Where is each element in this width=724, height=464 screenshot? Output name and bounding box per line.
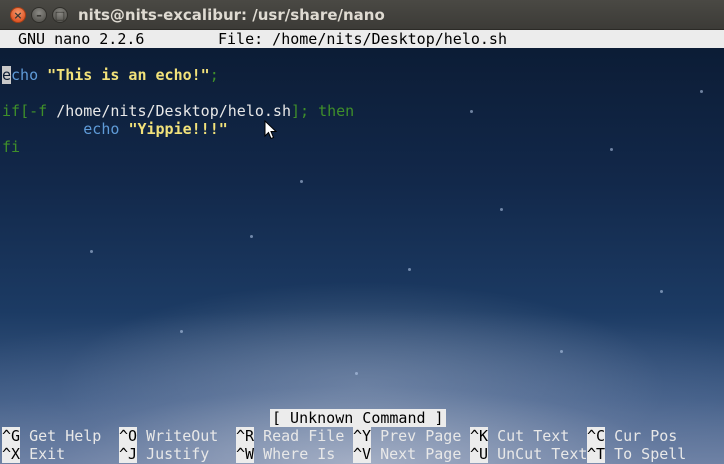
close-icon[interactable]: × xyxy=(10,7,26,23)
shortcut-where-is[interactable]: ^W Where Is xyxy=(236,445,335,463)
window-title: nits@nits-excalibur: /usr/share/nano xyxy=(78,6,385,24)
shortcut-cut-text[interactable]: ^K Cut Text xyxy=(470,427,569,445)
nano-file-label: File: /home/nits/Desktop/helo.sh xyxy=(218,30,507,48)
shortcut-uncut-text[interactable]: ^U UnCut Text xyxy=(470,445,587,463)
test-close-then: ]; then xyxy=(291,102,355,120)
nano-header: GNU nano 2.2.6 File: /home/nits/Desktop/h… xyxy=(0,30,724,48)
file-path: /home/nits/Desktop/helo.sh xyxy=(56,102,291,120)
keyword-fi: fi xyxy=(2,138,21,156)
shortcut-key: ^V xyxy=(353,445,372,463)
shortcut-label: WriteOut xyxy=(146,427,219,445)
editor-line-4[interactable]: echo "Yippie!!!" xyxy=(2,120,228,138)
maximize-icon[interactable]: □ xyxy=(52,7,68,23)
shortcut-key: ^Y xyxy=(353,427,372,445)
shortcut-exit[interactable]: ^X Exit xyxy=(2,445,65,463)
editor-line-3[interactable]: if[-f /home/nits/Desktop/helo.sh]; then xyxy=(2,102,354,120)
mouse-pointer-icon xyxy=(264,120,278,140)
shortcut-key: ^G xyxy=(2,427,21,445)
shortcut-read-file[interactable]: ^R Read File xyxy=(236,427,344,445)
shortcut-label: Cur Pos xyxy=(614,427,678,445)
string-literal: "This is an echo!" xyxy=(47,66,210,84)
shortcut-label: Justify xyxy=(146,445,210,463)
shortcut-label: Exit xyxy=(29,445,66,463)
shortcut-key: ^K xyxy=(470,427,489,445)
keyword-if: if xyxy=(2,102,21,120)
shortcut-label: UnCut Text xyxy=(497,445,588,463)
nano-version: GNU nano 2.2.6 xyxy=(18,30,145,48)
shortcut-get-help[interactable]: ^G Get Help xyxy=(2,427,101,445)
keyword-echo-rest: cho xyxy=(11,66,39,84)
shortcut-key: ^C xyxy=(587,427,606,445)
shortcut-cur-pos[interactable]: ^C Cur Pos xyxy=(587,427,677,445)
shortcut-to-spell[interactable]: ^T To Spell xyxy=(587,445,686,463)
terminator: ; xyxy=(209,66,219,84)
shortcut-label: Get Help xyxy=(29,427,102,445)
terminal-area[interactable]: GNU nano 2.2.6 File: /home/nits/Desktop/h… xyxy=(0,30,724,464)
shortcut-key: ^O xyxy=(119,427,138,445)
shortcut-key: ^J xyxy=(119,445,138,463)
test-open: [-f xyxy=(20,102,57,120)
keyword-echo: echo xyxy=(83,120,120,138)
shortcut-key: ^U xyxy=(470,445,489,463)
editor-line-5[interactable]: fi xyxy=(2,138,20,156)
shortcut-label: Read File xyxy=(263,427,345,445)
shortcut-justify[interactable]: ^J Justify xyxy=(119,445,209,463)
shortcut-label: Where Is xyxy=(263,445,336,463)
shortcut-next-page[interactable]: ^V Next Page xyxy=(353,445,461,463)
shortcut-prev-page[interactable]: ^Y Prev Page xyxy=(353,427,461,445)
editor-line-1[interactable]: echo "This is an echo!"; xyxy=(2,66,219,84)
status-message: [ Unknown Command ] xyxy=(270,409,446,427)
minimize-icon[interactable]: – xyxy=(31,7,47,23)
shortcut-label: Next Page xyxy=(380,445,462,463)
shortcut-label: Prev Page xyxy=(380,427,462,445)
shortcut-label: Cut Text xyxy=(497,427,570,445)
string-literal: "Yippie!!!" xyxy=(128,120,228,138)
shortcut-key: ^T xyxy=(587,445,606,463)
window-titlebar[interactable]: × – □ nits@nits-excalibur: /usr/share/na… xyxy=(0,0,724,30)
shortcut-key: ^W xyxy=(236,445,255,463)
shortcut-label: To Spell xyxy=(614,445,687,463)
shortcut-writeout[interactable]: ^O WriteOut xyxy=(119,427,218,445)
text-cursor: e xyxy=(2,66,12,84)
shortcut-key: ^R xyxy=(236,427,255,445)
shortcut-key: ^X xyxy=(2,445,21,463)
